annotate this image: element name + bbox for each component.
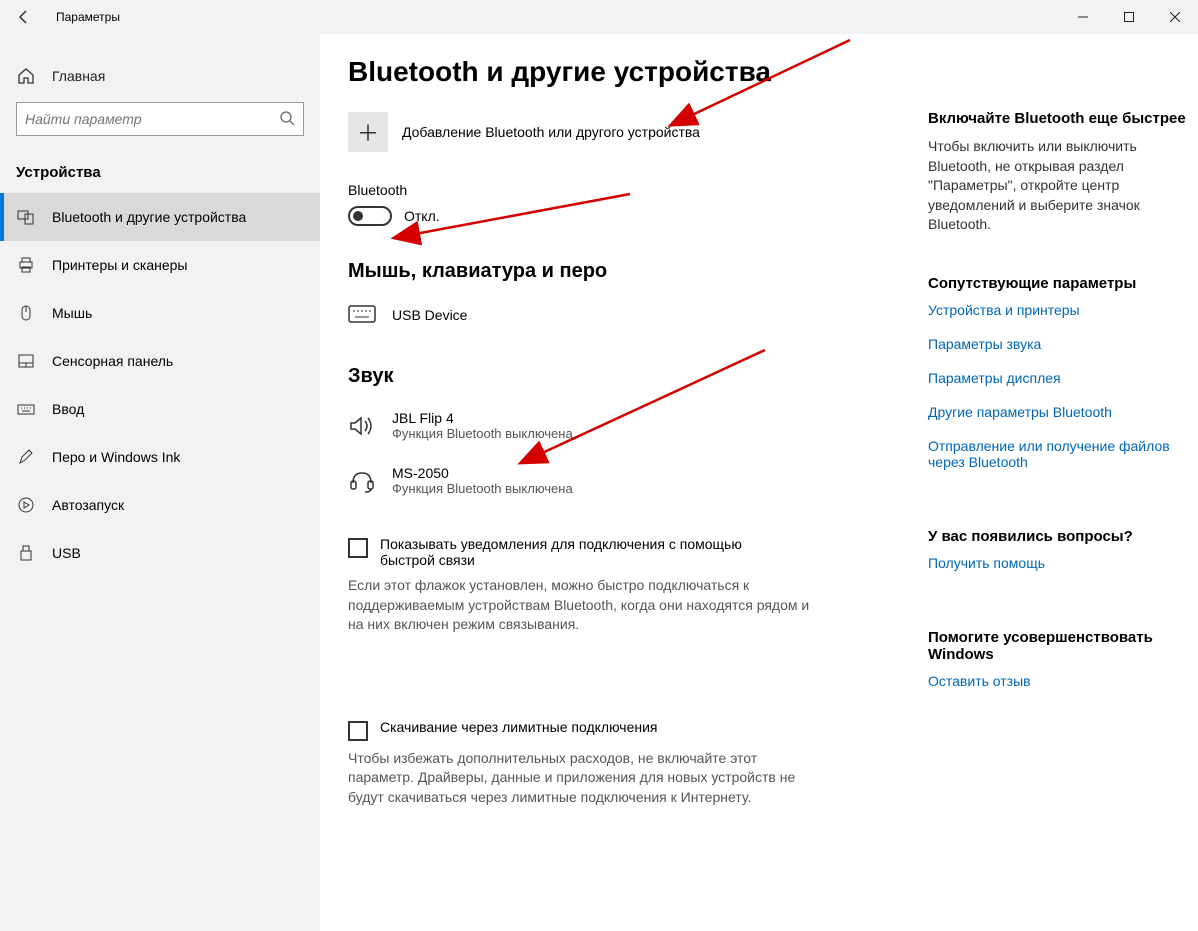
- sidebar-home-label: Главная: [52, 68, 105, 84]
- search-icon: [279, 110, 295, 129]
- usb-icon: [16, 544, 36, 562]
- related-heading: Сопутствующие параметры: [928, 275, 1188, 292]
- sidebar-item-printers[interactable]: Принтеры и сканеры: [0, 241, 320, 289]
- swift-pair-description: Если этот флажок установлен, можно быстр…: [348, 576, 818, 635]
- sidebar-item-label: USB: [52, 545, 81, 561]
- bluetooth-toggle[interactable]: [348, 206, 392, 226]
- pen-icon: [16, 448, 36, 466]
- device-row[interactable]: JBL Flip 4 Функция Bluetooth выключена: [348, 402, 888, 457]
- sidebar-item-typing[interactable]: Ввод: [0, 385, 320, 433]
- page-title: Bluetooth и другие устройства: [348, 56, 888, 88]
- printer-icon: [16, 256, 36, 274]
- link-more-bluetooth[interactable]: Другие параметры Bluetooth: [928, 404, 1188, 420]
- maximize-button[interactable]: [1106, 0, 1152, 34]
- metered-download-description: Чтобы избежать дополнительных расходов, …: [348, 749, 818, 808]
- link-devices-printers[interactable]: Устройства и принтеры: [928, 302, 1188, 318]
- add-device-button[interactable]: ＋ Добавление Bluetooth или другого устро…: [348, 112, 888, 152]
- titlebar: Параметры: [0, 0, 1198, 34]
- device-name: JBL Flip 4: [392, 410, 573, 426]
- link-display-settings[interactable]: Параметры дисплея: [928, 370, 1188, 386]
- sidebar-item-label: Сенсорная панель: [52, 353, 173, 369]
- sidebar-item-label: Перо и Windows Ink: [52, 449, 180, 465]
- mouse-icon: [16, 304, 36, 322]
- sidebar-item-label: Автозапуск: [52, 497, 124, 513]
- device-status: Функция Bluetooth выключена: [392, 481, 573, 496]
- device-row[interactable]: USB Device: [348, 297, 888, 341]
- speaker-icon: [348, 415, 376, 437]
- minimize-button[interactable]: [1060, 0, 1106, 34]
- device-name: USB Device: [392, 307, 467, 323]
- questions-heading: У вас появились вопросы?: [928, 528, 1188, 545]
- home-icon: [16, 66, 36, 86]
- link-send-receive-files[interactable]: Отправление или получение файлов через B…: [928, 438, 1188, 470]
- keyboard-device-icon: [348, 305, 376, 325]
- headset-icon: [348, 469, 376, 493]
- link-sound-settings[interactable]: Параметры звука: [928, 336, 1188, 352]
- metered-download-label: Скачивание через лимитные подключения: [380, 719, 657, 741]
- swift-pair-checkbox[interactable]: [348, 538, 368, 558]
- sidebar-item-usb[interactable]: USB: [0, 529, 320, 577]
- window-title: Параметры: [48, 10, 120, 24]
- device-status: Функция Bluetooth выключена: [392, 426, 573, 441]
- bluetooth-toggle-state: Откл.: [404, 208, 440, 224]
- tip-heading: Включайте Bluetooth еще быстрее: [928, 110, 1188, 127]
- sidebar-item-mouse[interactable]: Мышь: [0, 289, 320, 337]
- sidebar-section: Устройства: [0, 152, 320, 193]
- link-get-help[interactable]: Получить помощь: [928, 555, 1188, 571]
- devices-icon: [16, 208, 36, 226]
- section-mouse-keyboard: Мышь, клавиатура и перо: [348, 260, 888, 283]
- touchpad-icon: [16, 352, 36, 370]
- sidebar-home[interactable]: Главная: [0, 56, 320, 96]
- sidebar-item-pen[interactable]: Перо и Windows Ink: [0, 433, 320, 481]
- device-name: MS-2050: [392, 465, 573, 481]
- window-controls: [1060, 0, 1198, 34]
- keyboard-icon: [16, 400, 36, 418]
- autoplay-icon: [16, 496, 36, 514]
- section-sound: Звук: [348, 365, 888, 388]
- sidebar-item-label: Bluetooth и другие устройства: [52, 209, 246, 225]
- close-button[interactable]: [1152, 0, 1198, 34]
- sidebar-item-bluetooth[interactable]: Bluetooth и другие устройства: [0, 193, 320, 241]
- feedback-heading: Помогите усовершенствовать Windows: [928, 629, 1188, 663]
- toggle-knob: [353, 211, 363, 221]
- sidebar-item-label: Ввод: [52, 401, 84, 417]
- swift-pair-label: Показывать уведомления для подключения с…: [380, 536, 800, 568]
- device-row[interactable]: MS-2050 Функция Bluetooth выключена: [348, 457, 888, 512]
- tip-text: Чтобы включить или выключить Bluetooth, …: [928, 137, 1188, 235]
- sidebar-item-touchpad[interactable]: Сенсорная панель: [0, 337, 320, 385]
- plus-icon: ＋: [348, 112, 388, 152]
- content: Bluetooth и другие устройства ＋ Добавлен…: [320, 34, 1198, 931]
- link-give-feedback[interactable]: Оставить отзыв: [928, 673, 1188, 689]
- add-device-label: Добавление Bluetooth или другого устройс…: [402, 124, 700, 140]
- metered-download-checkbox[interactable]: [348, 721, 368, 741]
- sidebar-item-label: Принтеры и сканеры: [52, 257, 187, 273]
- search-box[interactable]: [16, 102, 304, 136]
- sidebar-item-autoplay[interactable]: Автозапуск: [0, 481, 320, 529]
- sidebar: Главная Устройства Bluetooth и другие ус…: [0, 34, 320, 931]
- back-button[interactable]: [0, 0, 48, 34]
- sidebar-item-label: Мышь: [52, 305, 92, 321]
- bluetooth-label: Bluetooth: [348, 182, 888, 198]
- search-input[interactable]: [25, 111, 279, 127]
